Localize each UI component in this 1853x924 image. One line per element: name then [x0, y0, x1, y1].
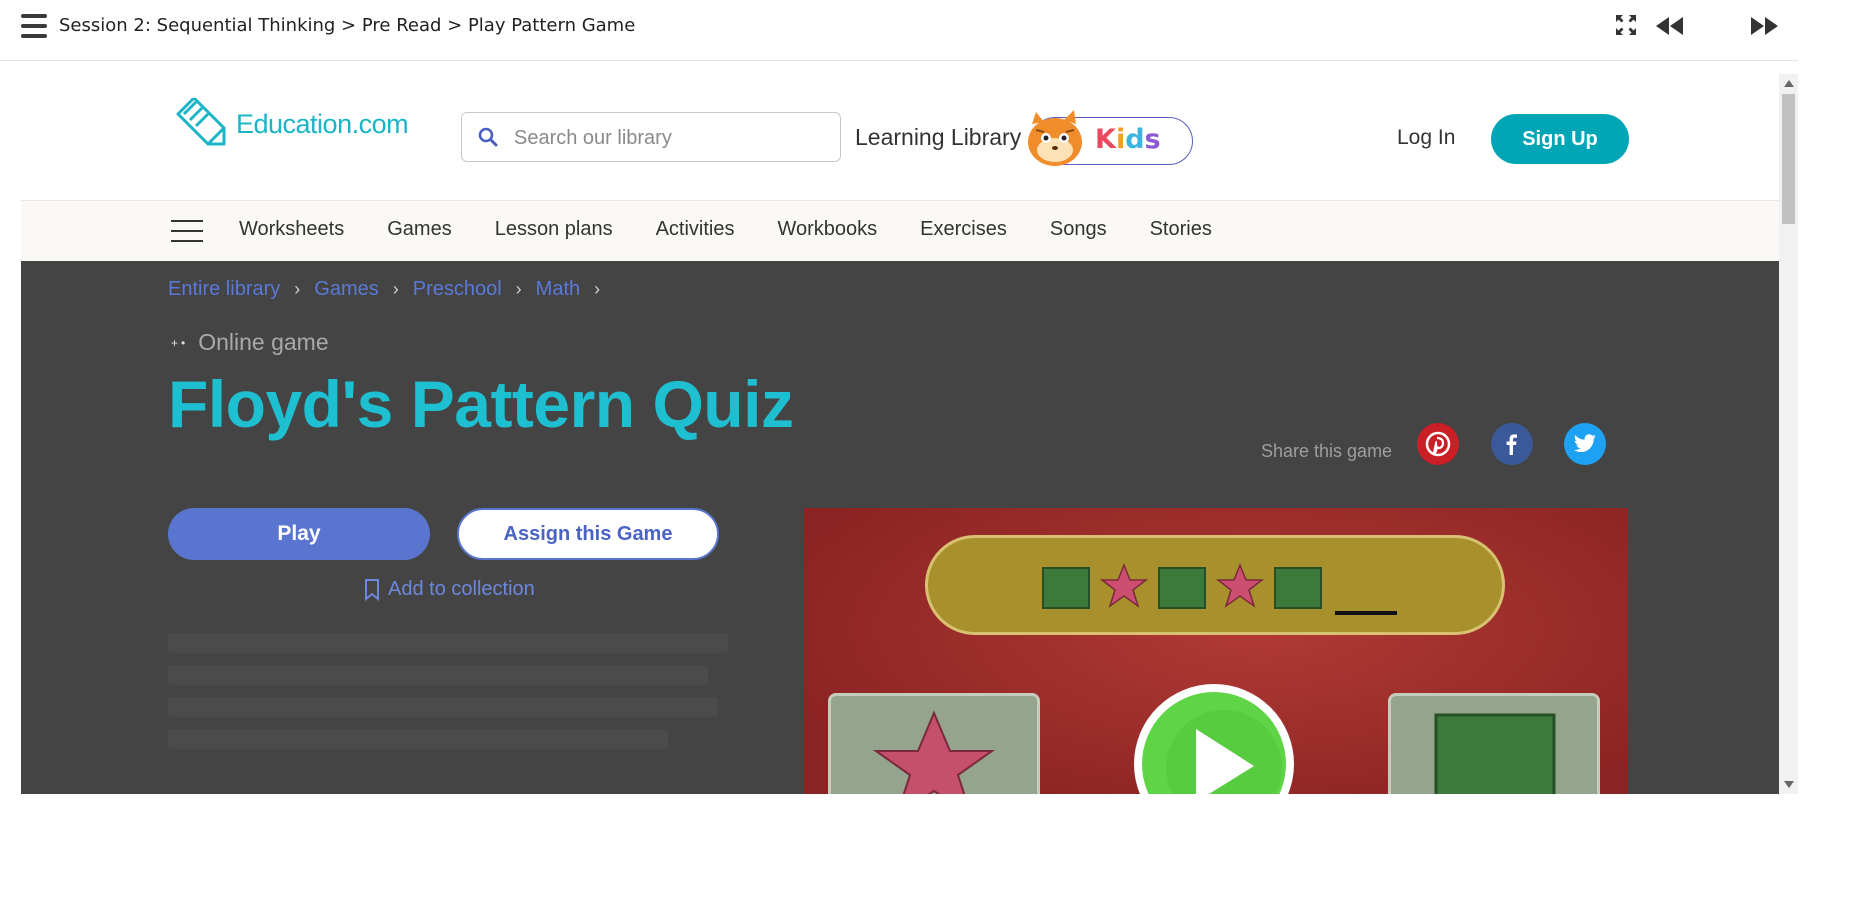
nav-item-stories[interactable]: Stories — [1150, 218, 1212, 241]
game-preview[interactable] — [804, 508, 1628, 794]
nav-item-worksheets[interactable]: Worksheets — [239, 218, 344, 241]
search-icon — [478, 127, 498, 147]
chevron-right-icon: › — [294, 279, 301, 299]
game-hero: Entire library › Games › Preschool › Mat… — [21, 261, 1779, 794]
signup-button[interactable]: Sign Up — [1491, 114, 1629, 164]
breadcrumb-math[interactable]: Math — [536, 278, 580, 301]
breadcrumb: Entire library › Games › Preschool › Mat… — [168, 278, 614, 301]
fast-forward-icon[interactable] — [1751, 17, 1779, 40]
learning-library-link[interactable]: Learning Library — [855, 124, 1021, 151]
tiger-mascot-icon — [1028, 110, 1082, 166]
kids-letter-s: s — [1144, 124, 1161, 155]
page-scrollbar[interactable] — [1779, 74, 1798, 794]
page-title: Floyd's Pattern Quiz — [168, 367, 794, 441]
facebook-share-button[interactable] — [1491, 423, 1533, 465]
chevron-right-icon: › — [392, 279, 399, 299]
nav-item-activities[interactable]: Activities — [656, 218, 735, 241]
embedded-page: Education.com Learning Library Ki — [21, 74, 1798, 794]
kids-letter-i: i — [1115, 124, 1126, 155]
nav-item-songs[interactable]: Songs — [1050, 218, 1107, 241]
session-breadcrumb: Session 2: Sequential Thinking > Pre Rea… — [59, 15, 636, 36]
nav-item-lesson-plans[interactable]: Lesson plans — [495, 218, 613, 241]
pinterest-share-button[interactable] — [1417, 423, 1459, 465]
search-input[interactable] — [512, 123, 826, 153]
description-placeholder — [168, 633, 728, 761]
bookmark-icon — [365, 578, 379, 601]
fullscreen-icon[interactable] — [1614, 13, 1638, 42]
kids-letter-d: d — [1125, 124, 1145, 155]
assign-game-button[interactable]: Assign this Game — [457, 508, 719, 560]
add-to-collection-label: Add to collection — [388, 578, 535, 600]
play-game-icon[interactable] — [1134, 684, 1294, 794]
breadcrumb-preschool[interactable]: Preschool — [413, 278, 502, 301]
search-box[interactable] — [461, 112, 841, 162]
facebook-icon — [1506, 434, 1517, 455]
nav-menu-icon[interactable] — [171, 218, 203, 242]
site-header: Education.com Learning Library Ki — [21, 74, 1779, 201]
share-label: Share this game — [1261, 441, 1393, 461]
star-shape — [1099, 562, 1149, 608]
logo-icon — [176, 98, 226, 146]
scroll-down-arrow-icon[interactable] — [1784, 781, 1794, 788]
game-type-label: Online game — [198, 329, 329, 355]
rewind-icon[interactable] — [1656, 17, 1684, 40]
kids-label: Kids — [1095, 124, 1161, 155]
kids-badge[interactable]: Kids — [1028, 110, 1193, 166]
pattern-bar — [925, 535, 1505, 635]
twitter-icon — [1574, 434, 1596, 452]
chevron-right-icon: › — [594, 279, 601, 299]
main-nav: Worksheets Games Lesson plans Activities… — [21, 201, 1779, 261]
logo-text: Education.com — [236, 108, 409, 139]
breadcrumb-games[interactable]: Games — [314, 278, 378, 301]
session-bar: Session 2: Sequential Thinking > Pre Rea… — [0, 0, 1798, 61]
chevron-right-icon: › — [515, 279, 522, 299]
play-button[interactable]: Play — [168, 508, 430, 560]
nav-item-workbooks[interactable]: Workbooks — [777, 218, 877, 241]
nav-item-exercises[interactable]: Exercises — [920, 218, 1007, 241]
scroll-up-arrow-icon[interactable] — [1784, 80, 1794, 87]
add-to-collection-link[interactable]: Add to collection — [364, 578, 535, 601]
game-type: +• Online game — [171, 329, 329, 356]
menu-icon[interactable] — [21, 14, 47, 38]
choice-square[interactable] — [1388, 693, 1600, 794]
pinterest-icon — [1425, 431, 1451, 457]
scroll-thumb[interactable] — [1782, 94, 1795, 224]
twitter-share-button[interactable] — [1564, 423, 1606, 465]
nav-item-games[interactable]: Games — [387, 218, 451, 241]
kids-letter-k: K — [1095, 124, 1116, 155]
star-shape — [1215, 562, 1265, 608]
site-logo[interactable]: Education.com — [176, 98, 409, 150]
choice-star[interactable] — [828, 693, 1040, 794]
login-link[interactable]: Log In — [1397, 126, 1455, 150]
game-type-icon: +• — [171, 335, 189, 350]
breadcrumb-entire-library[interactable]: Entire library — [168, 278, 280, 301]
